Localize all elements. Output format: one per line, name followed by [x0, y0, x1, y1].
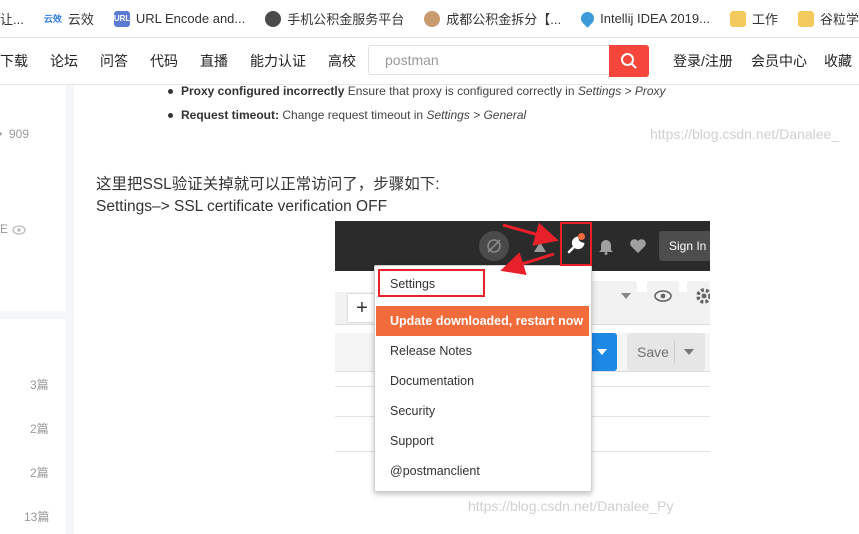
author-card [0, 85, 66, 311]
search-input[interactable] [368, 45, 610, 75]
menu-item-release-notes[interactable]: Release Notes [390, 344, 472, 358]
menu-item-update[interactable]: Update downloaded, restart now [376, 306, 589, 336]
nav-certification[interactable]: 能力认证 [250, 51, 306, 71]
environment-select[interactable] [585, 281, 637, 311]
watermark: https://blog.csdn.net/Danalee_Py [468, 498, 674, 514]
bookmark-label: Intellij IDEA 2019... [600, 11, 710, 26]
map-pin-icon [578, 9, 597, 28]
bookmark-label: URL Encode and... [135, 11, 246, 26]
category-count[interactable]: 3篇 [30, 376, 49, 393]
yunxiao-logo-icon: 云效 [43, 14, 62, 24]
environment-quick-look-button[interactable] [647, 281, 679, 311]
menu-item-twitter[interactable]: @postmanclient [390, 464, 480, 478]
bookmark-label: 谷粒学院 [819, 12, 859, 27]
satellite-icon [530, 236, 550, 256]
divider [674, 341, 675, 363]
folder-icon [797, 10, 814, 27]
left-sidebar: • 909 E 3篇 2篇 2篇 13篇 [0, 85, 66, 534]
bullet-icon [168, 113, 173, 119]
nav-college[interactable]: 高校 [328, 51, 356, 71]
bookmark-label: 手机公积金服务平台 [287, 12, 405, 27]
globe-icon [265, 10, 282, 27]
save-label: Save [637, 344, 669, 360]
list-item-path: Settings > General [426, 108, 527, 122]
gear-icon [696, 288, 710, 304]
bookmark-folder-work[interactable]: 工作 [729, 9, 778, 28]
bookmarks-bar: 让... 云效 云效 URL URL Encode and... 手机公积金服务… [0, 0, 859, 38]
bookmark-item[interactable]: 让... [0, 9, 24, 28]
list-item-path: Settings > Proxy [577, 84, 666, 98]
save-button[interactable]: Save [627, 333, 705, 371]
category-count[interactable]: 2篇 [30, 420, 49, 437]
category-count[interactable]: 13篇 [24, 508, 49, 525]
menu-item-documentation[interactable]: Documentation [390, 374, 474, 388]
nav-code[interactable]: 代码 [150, 51, 178, 71]
article-paragraph: Settings–> SSL certificate verification … [96, 198, 388, 215]
sync-off-icon [479, 231, 509, 261]
bookmark-label: 工作 [751, 12, 778, 27]
eye-icon [654, 290, 672, 302]
heart-icon[interactable] [627, 236, 649, 256]
bookmark-folder-guli[interactable]: 谷粒学院 [797, 9, 859, 28]
bookmark-label: 成都公积金拆分【... [446, 12, 562, 27]
vip-center-link[interactable]: 会员中心 [751, 38, 807, 84]
chevron-down-icon [684, 349, 694, 355]
manage-environments-button[interactable] [687, 281, 710, 311]
bullet-icon: • [0, 127, 2, 141]
list-item-text: Change request timeout in [279, 108, 427, 122]
article-paragraph: 这里把SSL验证关掉就可以正常访问了，步骤如下: [96, 176, 440, 193]
bookmark-label: 让... [0, 12, 24, 27]
bookmark-yunxiao[interactable]: 云效 云效 [44, 9, 94, 28]
bookmark-gjj-split[interactable]: 成都公积金拆分【... [424, 9, 561, 28]
login-register-link[interactable]: 登录/注册 [673, 38, 733, 84]
bookmark-intellij[interactable]: Intellij IDEA 2019... [578, 9, 710, 28]
bookmark-gjj-platform[interactable]: 手机公积金服务平台 [265, 9, 404, 28]
bookmark-label: 云效 [67, 12, 94, 27]
favorites-link[interactable]: 收藏 [824, 38, 852, 84]
menu-item-security[interactable]: Security [390, 404, 435, 418]
nav-qa[interactable]: 问答 [100, 51, 128, 71]
annotation-box [378, 269, 485, 297]
nav-forum[interactable]: 论坛 [50, 51, 78, 71]
chevron-down-icon [597, 349, 607, 355]
bell-icon[interactable] [596, 236, 616, 256]
url-icon: URL [113, 10, 130, 27]
watermark: https://blog.csdn.net/Danalee_ [650, 126, 840, 142]
new-tab-button[interactable]: + [347, 293, 377, 323]
nav-live[interactable]: 直播 [200, 51, 228, 71]
views-count: 909 [9, 127, 30, 141]
annotation-box [560, 222, 592, 266]
eye-icon [12, 225, 26, 235]
partial-text: E [0, 222, 9, 236]
list-item: Proxy configured incorrectly Ensure that… [168, 84, 666, 98]
nav-download[interactable]: 下载 [0, 51, 28, 71]
avatar-icon [424, 10, 441, 27]
search-icon [621, 53, 637, 69]
settings-dropdown-menu: Settings Update downloaded, restart now … [374, 265, 592, 492]
sign-in-button[interactable]: Sign In [659, 231, 710, 261]
list-item: Request timeout: Change request timeout … [168, 108, 526, 122]
category-count[interactable]: 2篇 [30, 464, 49, 481]
bookmark-url-encode[interactable]: URL URL Encode and... [113, 10, 246, 27]
postman-header [335, 221, 710, 271]
search-button[interactable] [609, 45, 649, 77]
menu-item-support[interactable]: Support [390, 434, 434, 448]
list-item-title: Proxy configured incorrectly [181, 84, 345, 98]
folder-icon [729, 10, 746, 27]
list-item-text: Ensure that proxy is configured correctl… [344, 84, 578, 98]
list-item-title: Request timeout: [181, 108, 280, 122]
chevron-down-icon [621, 293, 631, 299]
bullet-icon [168, 89, 173, 95]
